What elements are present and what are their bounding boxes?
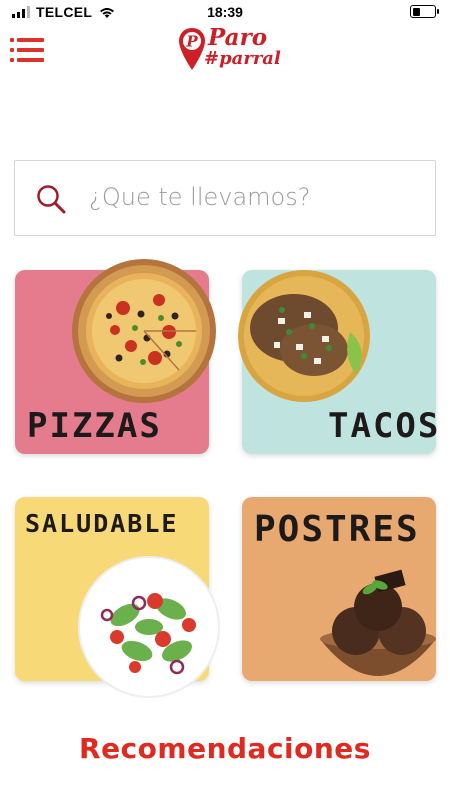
category-label-pizzas: PIZZAS (27, 406, 162, 446)
search-input[interactable]: ¿Que te llevamos? (89, 183, 310, 211)
category-card-postres[interactable]: POSTRES (242, 497, 436, 681)
battery-icon (410, 5, 439, 18)
logo-title: Paro (208, 24, 268, 51)
location-pin-icon: P (179, 28, 205, 70)
logo-pin-letter: P (185, 33, 198, 51)
section-title-recomendaciones: Recomendaciones (79, 732, 371, 765)
status-bar: TELCEL 18:39 (0, 0, 450, 24)
app-logo[interactable]: P Paro #parral (178, 24, 281, 76)
tacos-image (238, 270, 370, 402)
clock-time: 18:39 (207, 4, 243, 20)
logo-subtitle: #parral (204, 48, 281, 69)
search-icon (37, 185, 66, 214)
category-card-pizzas[interactable]: PIZZAS (15, 259, 216, 454)
app-header: P Paro #parral (0, 24, 450, 80)
salad-image (78, 556, 220, 698)
pizza-image (72, 259, 216, 403)
search-bar[interactable]: ¿Que te llevamos? (14, 160, 436, 236)
category-label-tacos: TACOS (328, 406, 441, 446)
category-label-saludable: SALUDABLE (25, 509, 179, 538)
ice-cream-image (320, 569, 436, 676)
category-label-postres: POSTRES (254, 509, 420, 550)
menu-icon[interactable] (10, 38, 44, 64)
category-card-saludable[interactable]: SALUDABLE (15, 497, 220, 698)
category-card-tacos[interactable]: TACOS (238, 270, 438, 454)
